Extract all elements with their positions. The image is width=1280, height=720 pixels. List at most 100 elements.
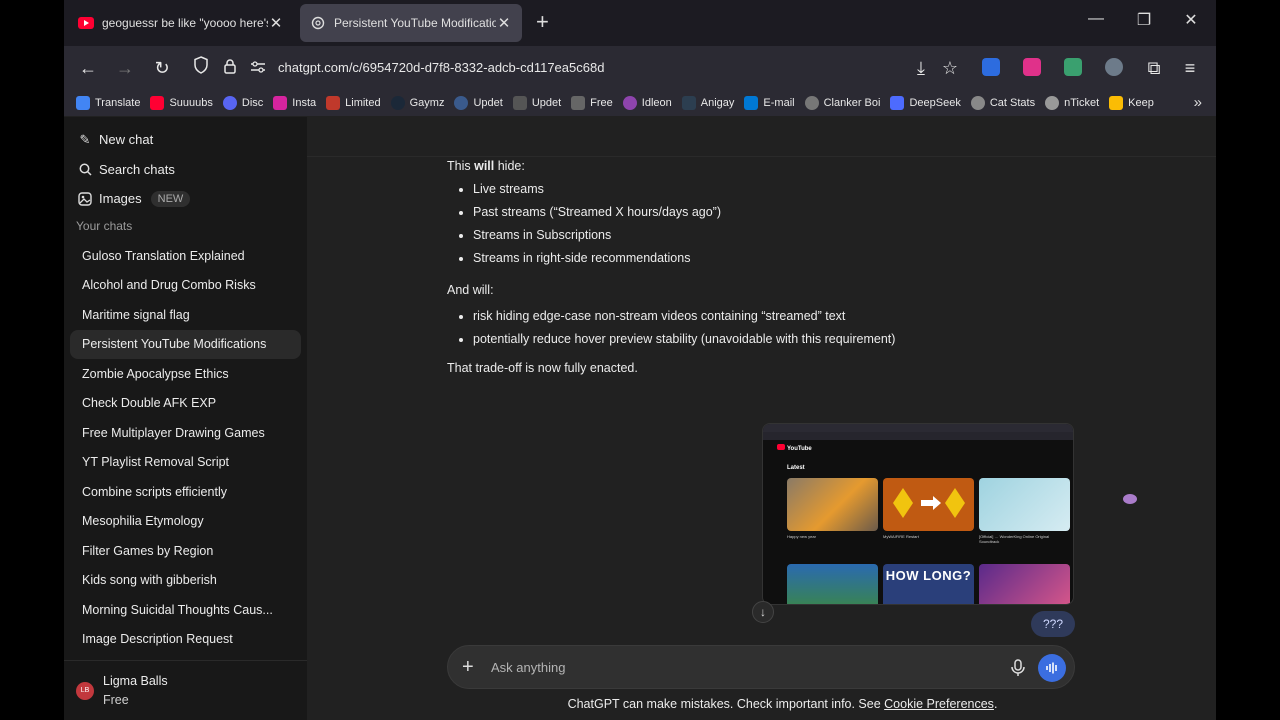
video-thumbnail xyxy=(787,564,878,604)
uploaded-screenshot[interactable]: YouTube Latest Happy new year MyWAIFIRE … xyxy=(762,423,1074,605)
youtube-icon xyxy=(78,15,94,31)
steam-icon xyxy=(390,96,405,110)
translate-extension-icon[interactable] xyxy=(982,58,1000,76)
bookmark-email[interactable]: E-mail xyxy=(744,96,795,110)
chat-item[interactable]: Morning Suicidal Thoughts Caus... xyxy=(70,595,301,625)
lock-icon[interactable] xyxy=(218,56,242,80)
video-thumbnail xyxy=(883,478,974,531)
star-icon[interactable]: ☆ xyxy=(938,56,962,80)
bookmark-updet[interactable]: Updet xyxy=(454,96,503,110)
bookmark-nticket[interactable]: nTicket xyxy=(1045,96,1099,110)
bookmark-translate[interactable]: Translate xyxy=(76,96,140,110)
chat-item[interactable]: Check Double AFK EXP xyxy=(70,389,301,419)
search-icon xyxy=(78,162,92,176)
chat-item[interactable]: Zombie Apocalypse Ethics xyxy=(70,359,301,389)
chat-item[interactable]: Guloso Translation Explained xyxy=(70,241,301,271)
sidebar: ✎ New chat Search chats Images NEW Your … xyxy=(64,117,307,720)
cookie-preferences-link[interactable]: Cookie Preferences xyxy=(884,697,994,711)
chat-item[interactable]: Kids song with gibberish xyxy=(70,566,301,596)
bookmark-updet-2[interactable]: Updet xyxy=(512,96,561,110)
site-settings-icon[interactable] xyxy=(246,56,270,80)
user-profile-button[interactable]: LB Ligma Balls Free xyxy=(64,660,307,720)
chat-item-active[interactable]: Persistent YouTube Modifications xyxy=(70,329,301,359)
stack-icon xyxy=(512,96,527,110)
mic-extension-icon[interactable] xyxy=(1023,58,1041,76)
url-text[interactable]: chatgpt.com/c/6954720d-d7f8-8332-adcb-cd… xyxy=(278,60,604,75)
cat-icon xyxy=(970,96,985,110)
and-will-heading: And will: xyxy=(447,283,494,297)
bookmark-idleon[interactable]: Idleon xyxy=(622,96,672,110)
minimize-icon[interactable]: — xyxy=(1081,10,1111,28)
bookmark-suuuubs[interactable]: Suuuubs xyxy=(150,96,213,110)
close-icon[interactable]: ✕ xyxy=(268,14,284,32)
tab-chatgpt[interactable]: Persistent YouTube Modifications ✕ xyxy=(300,4,522,42)
bookmark-insta[interactable]: Insta xyxy=(273,96,316,110)
plus-icon[interactable]: + xyxy=(462,655,474,679)
close-icon[interactable]: ✕ xyxy=(496,14,512,32)
chat-item[interactable]: Alcohol and Drug Combo Risks xyxy=(70,271,301,301)
idleon-icon xyxy=(622,96,637,110)
shield-icon[interactable] xyxy=(189,56,213,80)
images-button[interactable]: Images NEW xyxy=(64,184,307,214)
list-item: Live streams xyxy=(447,178,967,201)
back-icon[interactable]: ← xyxy=(76,56,100,80)
menu-icon[interactable]: ≡ xyxy=(1178,56,1202,80)
video-thumbnail: HOW LONG? xyxy=(883,564,974,604)
video-caption: Happy new year xyxy=(787,534,816,539)
address-bar[interactable]: chatgpt.com/c/6954720d-d7f8-8332-adcb-cd… xyxy=(192,52,968,84)
chat-item[interactable]: Filter Games by Region xyxy=(70,536,301,566)
bookmark-keep[interactable]: Keep xyxy=(1109,96,1154,110)
prompt-input[interactable]: Ask anything xyxy=(491,660,565,675)
video-thumbnail xyxy=(979,564,1070,604)
chevron-right-icon[interactable]: » xyxy=(1194,94,1202,111)
list-item: Streams in Subscriptions xyxy=(447,224,967,247)
translate-icon xyxy=(76,96,90,110)
chat-item[interactable]: Combine scripts efficiently xyxy=(70,477,301,507)
tab-strip: geoguessr be like "yoooo here's the m ✕ … xyxy=(64,0,1216,46)
bookmark-gaymz[interactable]: Gaymz xyxy=(390,96,444,110)
new-chat-button[interactable]: ✎ New chat xyxy=(64,125,307,155)
tab-title: Persistent YouTube Modifications xyxy=(334,16,496,30)
tab-youtube[interactable]: geoguessr be like "yoooo here's the m ✕ xyxy=(68,4,294,42)
new-badge: NEW xyxy=(150,190,191,207)
navigation-bar: ← → ↻ chatgpt.com/c/6954720d-d7f8-8332-a… xyxy=(64,46,1216,90)
bookmark-limited[interactable]: Limited xyxy=(326,96,381,110)
anime-icon xyxy=(681,96,696,110)
video-caption: MyWAIFIRE Restart xyxy=(883,534,919,539)
user-plan: Free xyxy=(103,692,129,707)
list-item: Past streams (“Streamed X hours/days ago… xyxy=(447,201,967,224)
forward-icon[interactable]: → xyxy=(113,56,137,80)
chat-item[interactable]: YT Playlist Removal Script xyxy=(70,448,301,478)
bookmark-deepseek[interactable]: DeepSeek xyxy=(890,96,961,110)
music-extension-icon[interactable] xyxy=(1064,58,1082,76)
extension-icon[interactable] xyxy=(1105,58,1123,76)
new-tab-button[interactable]: + xyxy=(536,10,549,34)
letterbox xyxy=(1216,0,1280,720)
chat-item[interactable]: Maritime signal flag xyxy=(70,300,301,330)
download-icon[interactable]: ⤓ xyxy=(909,56,933,80)
limited-icon xyxy=(326,96,341,110)
chat-item[interactable]: Mesophilia Etymology xyxy=(70,507,301,537)
reload-icon[interactable]: ↻ xyxy=(150,56,174,80)
search-chats-button[interactable]: Search chats xyxy=(64,155,307,185)
close-window-icon[interactable]: ✕ xyxy=(1176,10,1206,30)
restore-icon[interactable]: ❐ xyxy=(1129,10,1159,30)
bookmark-disc[interactable]: Disc xyxy=(222,96,263,110)
bookmark-cat-stats[interactable]: Cat Stats xyxy=(970,96,1035,110)
bookmark-free[interactable]: Free xyxy=(571,96,613,110)
scroll-down-button[interactable]: ↓ xyxy=(752,601,774,623)
voice-mode-button[interactable] xyxy=(1038,654,1066,682)
globe-icon xyxy=(1045,96,1060,110)
chat-item[interactable]: Free Multiplayer Drawing Games xyxy=(70,418,301,448)
mic-icon[interactable] xyxy=(1010,659,1026,677)
extensions-puzzle-icon[interactable]: ⧉ xyxy=(1142,56,1166,80)
assistant-message: This will hide: Live streams Past stream… xyxy=(447,157,967,377)
bookmark-anigay[interactable]: Anigay xyxy=(681,96,734,110)
chat-item[interactable]: Image Description Request xyxy=(70,625,301,655)
outlook-icon xyxy=(744,96,759,110)
video-caption: [Official] … WonderKing Online Original … xyxy=(979,534,1050,544)
user-message-bubble: ??? xyxy=(1031,611,1075,637)
cursor-indicator xyxy=(1123,494,1137,504)
list-item: Streams in right-side recommendations xyxy=(447,247,967,270)
bookmark-clanker-boi[interactable]: Clanker Boi xyxy=(804,96,880,110)
